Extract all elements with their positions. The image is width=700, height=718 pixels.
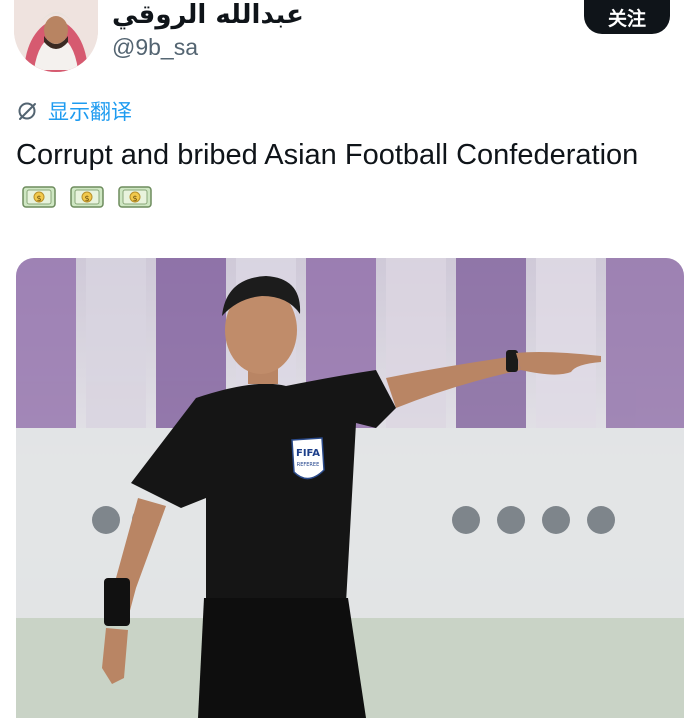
avatar[interactable] <box>14 0 98 72</box>
globe-icon <box>18 102 36 120</box>
svg-text:$: $ <box>85 194 90 203</box>
svg-text:$: $ <box>133 194 138 203</box>
tweet-body: Corrupt and bribed Asian Football Confed… <box>16 139 639 171</box>
user-handle[interactable]: @9b_sa <box>112 34 198 61</box>
badge-referee-text: REFEREE <box>297 462 319 468</box>
badge-fifa-text: FIFA <box>296 448 320 459</box>
show-translation-link[interactable]: 显示翻译 <box>16 96 132 126</box>
tweet-media-image[interactable]: FIFA REFEREE <box>16 258 684 718</box>
tweet-text: Corrupt and bribed Asian Football Confed… <box>16 134 656 218</box>
show-translation-label: 显示翻译 <box>48 100 132 124</box>
money-bag-icon: $ <box>70 186 104 208</box>
fifa-referee-badge: FIFA REFEREE <box>291 437 325 480</box>
follow-button[interactable]: 关注 <box>584 0 670 34</box>
money-bag-icon: $ <box>118 186 152 208</box>
money-bag-icon: $ <box>22 186 56 208</box>
display-name[interactable]: عبدالله الروقي <box>112 0 304 30</box>
svg-text:$: $ <box>36 194 41 203</box>
